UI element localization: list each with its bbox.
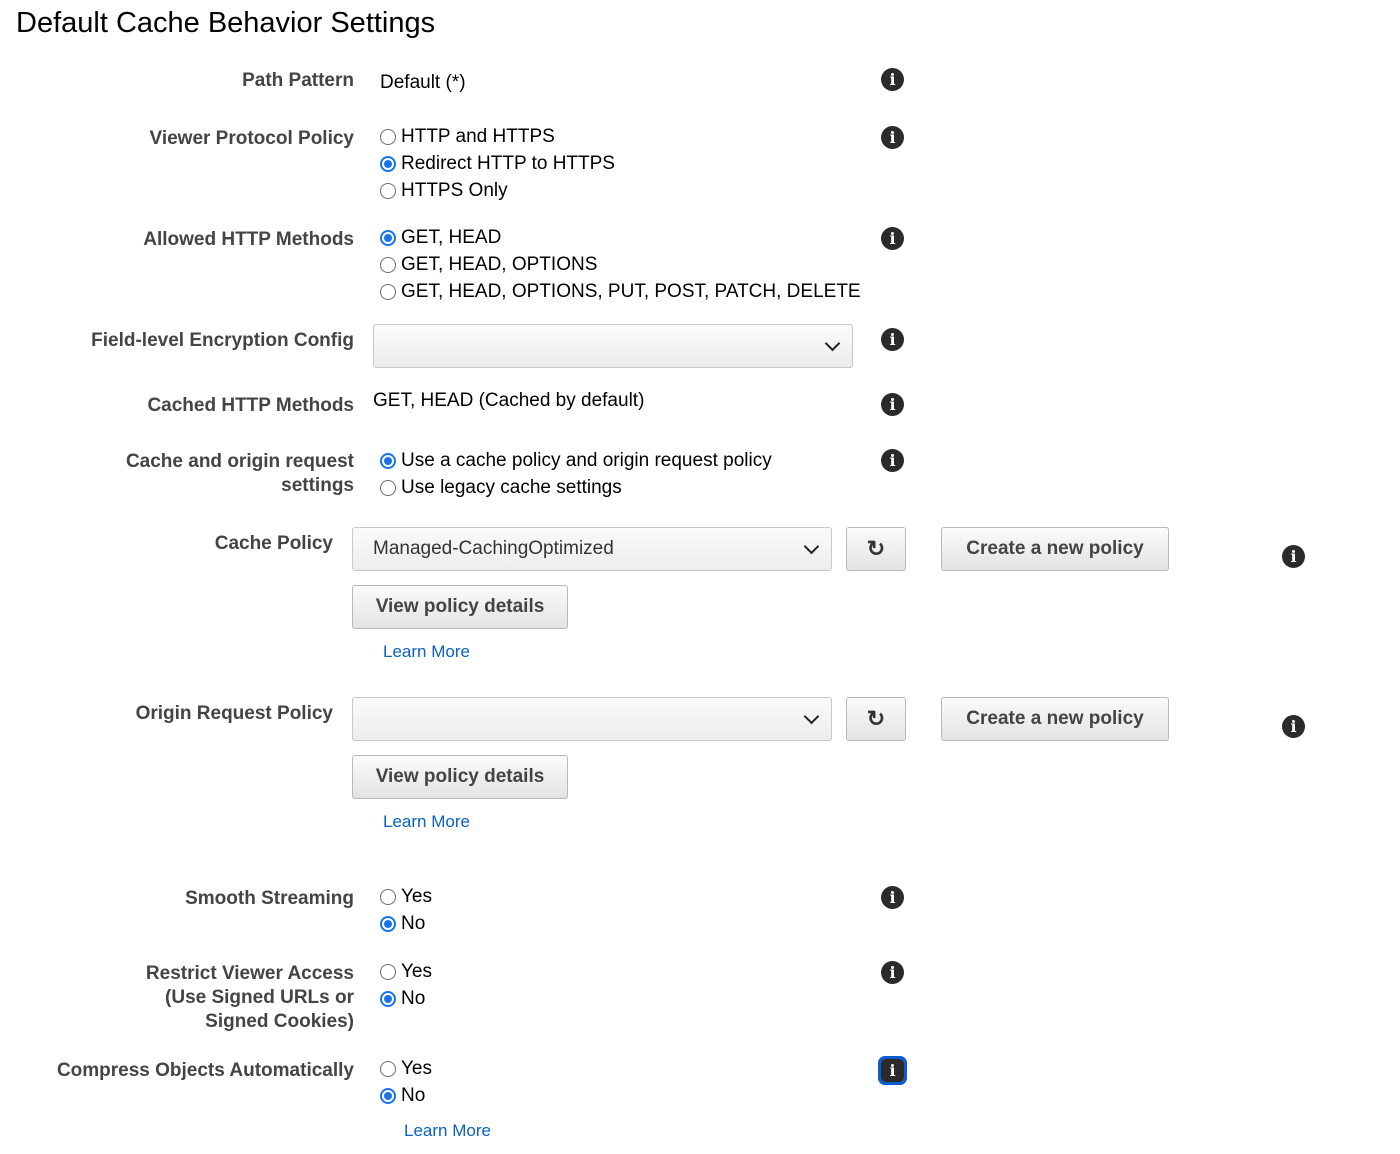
- compress-learn-more-link[interactable]: Learn More: [404, 1120, 491, 1142]
- radio-button[interactable]: [380, 964, 396, 980]
- cache-settings-option[interactable]: Use legacy cache settings: [380, 476, 622, 500]
- info-icon[interactable]: i: [1282, 545, 1305, 568]
- radio-button[interactable]: [380, 183, 396, 199]
- refresh-icon: ↻: [866, 536, 886, 561]
- allowed-methods-option[interactable]: GET, HEAD, OPTIONS: [380, 253, 597, 277]
- viewer-protocol-policy-label: Viewer Protocol Policy: [149, 128, 354, 149]
- radio-button-selected[interactable]: [380, 1088, 396, 1104]
- select-value: Managed-CachingOptimized: [373, 538, 614, 559]
- refresh-button[interactable]: ↻: [846, 527, 906, 571]
- info-icon[interactable]: i: [1282, 715, 1305, 738]
- smooth-streaming-label: Smooth Streaming: [185, 888, 354, 909]
- radio-button[interactable]: [380, 284, 396, 300]
- viewer-protocol-option[interactable]: HTTP and HTTPS: [380, 125, 555, 149]
- chevron-down-icon: [803, 538, 820, 555]
- origin-request-policy-label: Origin Request Policy: [135, 703, 333, 724]
- path-pattern-value: Default (*): [380, 72, 466, 93]
- compress-objects-option[interactable]: Yes: [380, 1057, 432, 1081]
- view-cache-policy-details-button[interactable]: View policy details: [352, 585, 568, 629]
- cached-http-methods-value: GET, HEAD (Cached by default): [373, 390, 645, 411]
- radio-button[interactable]: [380, 1061, 396, 1077]
- info-icon[interactable]: i: [881, 961, 904, 984]
- field-level-encryption-select[interactable]: [373, 324, 853, 368]
- origin-request-policy-select[interactable]: [352, 697, 832, 741]
- viewer-protocol-option[interactable]: Redirect HTTP to HTTPS: [380, 152, 615, 176]
- chevron-down-icon: [824, 335, 841, 352]
- radio-button[interactable]: [380, 480, 396, 496]
- radio-button-selected[interactable]: [380, 453, 396, 469]
- refresh-button[interactable]: ↻: [846, 697, 906, 741]
- info-icon[interactable]: i: [881, 449, 904, 472]
- info-icon[interactable]: i: [881, 227, 904, 250]
- cache-policy-learn-more-link[interactable]: Learn More: [383, 641, 470, 663]
- radio-button-selected[interactable]: [380, 156, 396, 172]
- smooth-streaming-option[interactable]: Yes: [380, 885, 432, 909]
- allowed-http-methods-label: Allowed HTTP Methods: [143, 229, 354, 250]
- cached-http-methods-label: Cached HTTP Methods: [147, 395, 354, 416]
- origin-policy-learn-more-link[interactable]: Learn More: [383, 811, 470, 833]
- cache-policy-label: Cache Policy: [214, 533, 333, 554]
- allowed-methods-option[interactable]: GET, HEAD, OPTIONS, PUT, POST, PATCH, DE…: [380, 280, 861, 304]
- allowed-methods-option[interactable]: GET, HEAD: [380, 226, 501, 250]
- field-level-encryption-label: Field-level Encryption Config: [91, 330, 354, 351]
- cache-policy-select[interactable]: Managed-CachingOptimized: [352, 527, 832, 571]
- create-origin-policy-button[interactable]: Create a new policy: [941, 697, 1169, 741]
- info-icon[interactable]: i: [881, 68, 904, 91]
- radio-button-selected[interactable]: [380, 991, 396, 1007]
- compress-objects-label: Compress Objects Automatically: [56, 1060, 354, 1081]
- info-icon[interactable]: i: [881, 886, 904, 909]
- restrict-viewer-access-label: Restrict Viewer Access (Use Signed URLs …: [145, 963, 354, 1032]
- radio-button[interactable]: [380, 889, 396, 905]
- view-origin-policy-details-button[interactable]: View policy details: [352, 755, 568, 799]
- info-icon[interactable]: i: [881, 126, 904, 149]
- chevron-down-icon: [803, 708, 820, 725]
- restrict-viewer-option[interactable]: Yes: [380, 960, 432, 984]
- radio-button-selected[interactable]: [380, 230, 396, 246]
- viewer-protocol-option[interactable]: HTTPS Only: [380, 179, 508, 203]
- smooth-streaming-option[interactable]: No: [380, 912, 425, 936]
- create-cache-policy-button[interactable]: Create a new policy: [941, 527, 1169, 571]
- info-icon[interactable]: i: [881, 328, 904, 351]
- refresh-icon: ↻: [866, 706, 886, 731]
- restrict-viewer-option[interactable]: No: [380, 987, 425, 1011]
- info-icon[interactable]: i: [878, 1056, 907, 1085]
- compress-objects-option[interactable]: No: [380, 1084, 425, 1108]
- cache-settings-option[interactable]: Use a cache policy and origin request po…: [380, 449, 772, 473]
- radio-button[interactable]: [380, 257, 396, 273]
- radio-button[interactable]: [380, 129, 396, 145]
- radio-button-selected[interactable]: [380, 916, 396, 932]
- cache-origin-settings-label: Cache and origin request settings: [125, 451, 354, 496]
- path-pattern-label: Path Pattern: [242, 70, 354, 91]
- page-title: Default Cache Behavior Settings: [16, 7, 436, 39]
- info-icon[interactable]: i: [881, 393, 904, 416]
